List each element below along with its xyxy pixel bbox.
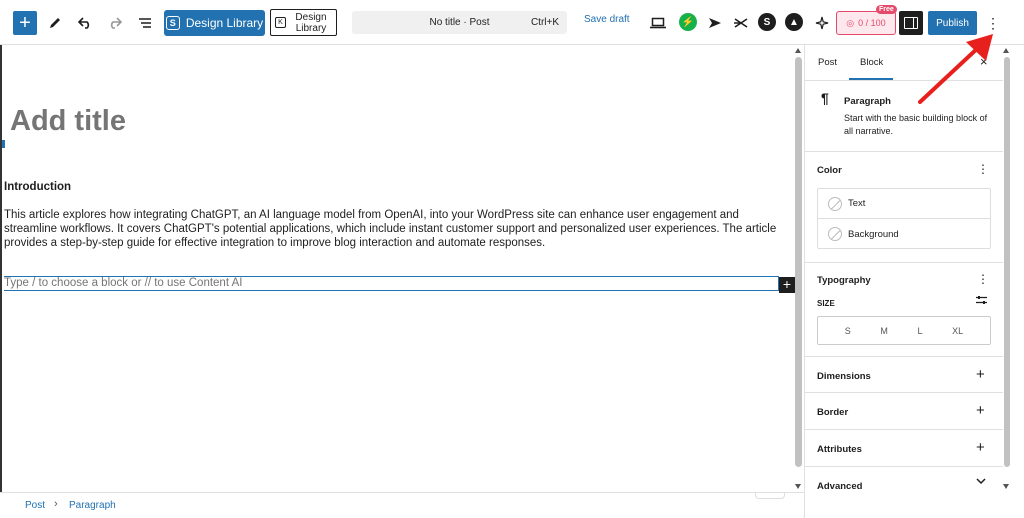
color-panel-title: Color bbox=[817, 165, 842, 176]
settings-sidebar-toggle-icon[interactable] bbox=[899, 11, 923, 35]
font-size-xl[interactable]: XL bbox=[952, 326, 963, 336]
sidebar-tabs: Post Block × bbox=[805, 45, 1003, 81]
size-settings-icon[interactable] bbox=[976, 295, 987, 308]
font-size-picker: S M L XL bbox=[817, 316, 991, 345]
expand-plus-icon[interactable]: + bbox=[976, 402, 985, 419]
paragraph-block[interactable]: This article explores how integrating Ch… bbox=[4, 208, 779, 250]
close-icon[interactable]: × bbox=[980, 54, 988, 69]
design-library-secondary-button[interactable]: K Design Library bbox=[270, 9, 337, 36]
empty-paragraph-block[interactable]: Type / to choose a block or // to use Co… bbox=[4, 276, 779, 291]
color-text-label: Text bbox=[848, 198, 866, 209]
block-focus-marker bbox=[2, 140, 5, 148]
color-background-option[interactable]: Background bbox=[818, 219, 990, 249]
block-inserter-button[interactable]: + bbox=[13, 11, 37, 35]
rank-math-icon[interactable] bbox=[729, 11, 753, 35]
sidebar-scrollbar[interactable] bbox=[1002, 45, 1012, 492]
jetpack-bolt-icon[interactable]: ⚡ bbox=[679, 13, 697, 31]
redo-icon[interactable] bbox=[103, 11, 127, 35]
font-size-m[interactable]: M bbox=[880, 326, 888, 336]
block-name: Paragraph bbox=[844, 96, 891, 107]
expand-plus-icon[interactable]: + bbox=[976, 439, 985, 456]
design-library-logo-icon: S bbox=[165, 16, 180, 30]
typography-panel-title: Typography bbox=[817, 275, 871, 286]
divider bbox=[805, 392, 1003, 393]
block-card: ¶ Paragraph Start with the basic buildin… bbox=[805, 82, 1003, 152]
content-ai-credits-button[interactable]: ◎ 0 / 100 bbox=[836, 11, 896, 35]
breadcrumb-separator: › bbox=[54, 498, 58, 510]
design-library-button[interactable]: S Design Library bbox=[164, 10, 265, 36]
command-palette-bar[interactable]: No title · Post Ctrl+K bbox=[352, 11, 567, 34]
settings-sidebar: Post Block × ¶ Paragraph Start with the … bbox=[804, 45, 1003, 518]
kadence-logo-icon: K bbox=[275, 17, 286, 28]
paragraph-icon: ¶ bbox=[821, 90, 829, 106]
astra-a-icon[interactable]: ▲ bbox=[785, 13, 803, 31]
color-background-label: Background bbox=[848, 228, 899, 240]
resize-handle[interactable] bbox=[755, 493, 785, 499]
tab-block[interactable]: Block bbox=[860, 57, 883, 68]
panel-advanced[interactable]: Advanced bbox=[817, 481, 862, 492]
editor-header-toolbar: + S Design Library K Design Library No t… bbox=[0, 0, 1024, 45]
tools-pencil-icon[interactable] bbox=[43, 11, 67, 35]
chevron-down-icon[interactable] bbox=[976, 477, 986, 488]
ai-sparkle-icon[interactable] bbox=[810, 11, 834, 35]
save-draft-button[interactable]: Save draft bbox=[584, 14, 630, 25]
free-badge: Free bbox=[876, 5, 897, 14]
divider bbox=[805, 356, 1003, 357]
color-options-icon[interactable]: ⋮ bbox=[977, 162, 989, 176]
undo-icon[interactable] bbox=[73, 11, 97, 35]
panel-dimensions[interactable]: Dimensions bbox=[817, 371, 871, 382]
post-title-input[interactable]: Add title bbox=[10, 105, 126, 138]
breadcrumb-paragraph[interactable]: Paragraph bbox=[69, 500, 116, 511]
typography-options-icon[interactable]: ⋮ bbox=[977, 272, 989, 286]
tab-post[interactable]: Post bbox=[818, 57, 837, 68]
sidebar-scroll-thumb[interactable] bbox=[1004, 57, 1010, 467]
editor-canvas: Add title Introduction This article expl… bbox=[0, 45, 796, 492]
preview-laptop-icon[interactable] bbox=[646, 11, 670, 35]
breadcrumb-post[interactable]: Post bbox=[25, 500, 45, 511]
editor-scrollbar[interactable] bbox=[794, 45, 803, 492]
scroll-down-arrow-icon[interactable] bbox=[1003, 484, 1009, 489]
block-breadcrumb-bar: Post › Paragraph bbox=[0, 492, 804, 518]
command-shortcut: Ctrl+K bbox=[530, 17, 559, 28]
stackable-s-icon[interactable]: S bbox=[758, 13, 776, 31]
editor-scroll-thumb[interactable] bbox=[795, 57, 802, 467]
size-label: SIZE bbox=[817, 299, 835, 308]
divider bbox=[805, 262, 1003, 263]
divider bbox=[805, 429, 1003, 430]
empty-swatch-icon bbox=[828, 227, 842, 241]
block-description: Start with the basic building block of a… bbox=[844, 113, 988, 136]
font-size-s[interactable]: S bbox=[845, 326, 851, 336]
expand-plus-icon[interactable]: + bbox=[976, 366, 985, 383]
scroll-up-arrow-icon[interactable] bbox=[1003, 48, 1009, 53]
color-settings: Text Background bbox=[817, 188, 991, 249]
more-options-icon[interactable]: ⋮ bbox=[985, 12, 1001, 34]
document-overview-icon[interactable] bbox=[133, 11, 157, 35]
scroll-up-arrow-icon[interactable] bbox=[795, 48, 801, 53]
scroll-down-arrow-icon[interactable] bbox=[795, 484, 801, 489]
heading-block[interactable]: Introduction bbox=[4, 181, 71, 193]
wp-block-editor: + S Design Library K Design Library No t… bbox=[0, 0, 1024, 518]
content-ai-counter: 0 / 100 bbox=[858, 18, 886, 28]
content-ai-icon: ◎ bbox=[846, 17, 855, 28]
active-tab-indicator bbox=[849, 78, 893, 80]
send-icon[interactable] bbox=[703, 11, 727, 35]
design-library-secondary-label: Design Library bbox=[295, 11, 327, 34]
color-text-option[interactable]: Text bbox=[818, 189, 990, 219]
empty-swatch-icon bbox=[828, 196, 842, 211]
publish-button[interactable]: Publish bbox=[928, 11, 977, 35]
divider bbox=[805, 466, 1003, 467]
panel-attributes[interactable]: Attributes bbox=[817, 444, 862, 455]
add-block-button[interactable]: + bbox=[779, 277, 795, 293]
font-size-l[interactable]: L bbox=[918, 326, 923, 336]
panel-border[interactable]: Border bbox=[817, 407, 848, 418]
design-library-label: Design Library bbox=[185, 16, 264, 30]
